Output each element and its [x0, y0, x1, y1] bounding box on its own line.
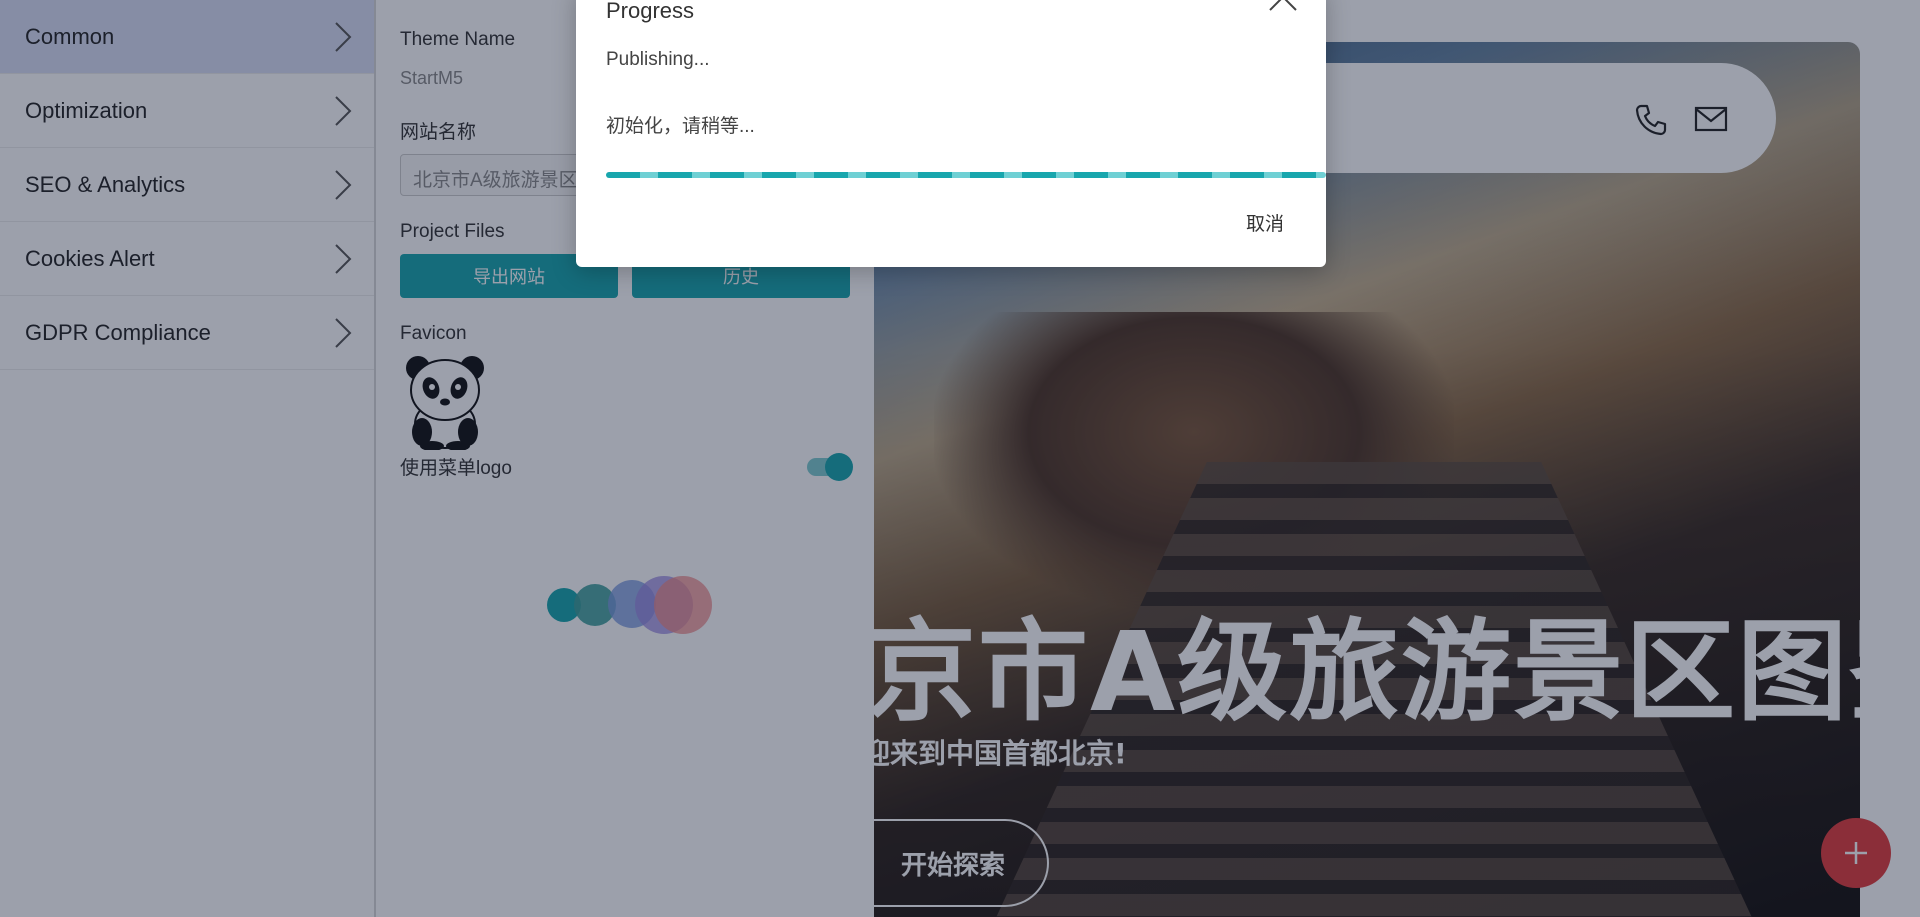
dialog-title: Progress	[606, 0, 695, 23]
progress-dialog: Progress Publishing... 初始化，请稍等... 取消	[576, 0, 1326, 267]
dialog-status: Publishing...	[606, 49, 710, 70]
close-icon[interactable]	[1268, 0, 1298, 14]
progress-bar	[606, 172, 1326, 178]
dialog-message: 初始化，请稍等...	[606, 116, 755, 137]
cancel-button[interactable]: 取消	[1246, 209, 1284, 236]
